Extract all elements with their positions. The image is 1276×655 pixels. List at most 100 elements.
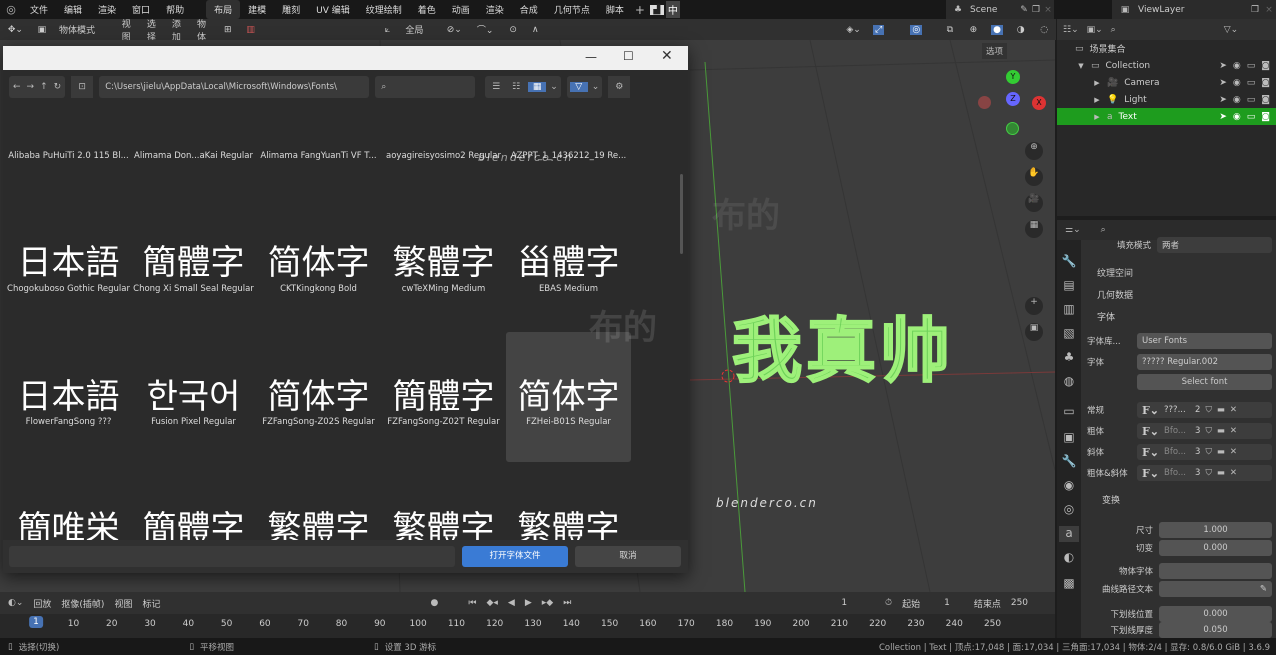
perspective-icon[interactable]: ▦ — [1025, 220, 1043, 238]
menu-keying[interactable]: 抠像(插帧) — [61, 597, 104, 610]
underline-position-field[interactable]: 0.000 — [1159, 606, 1272, 622]
expand-arrow-icon[interactable]: ▶ — [1093, 113, 1101, 121]
editor-type-icon[interactable]: ✥⌄ — [6, 25, 25, 35]
expand-arrow-icon[interactable]: ▶ — [1093, 96, 1101, 104]
output-tab-icon[interactable]: ▥ — [1061, 302, 1077, 318]
menu-select[interactable]: 选择 — [147, 17, 160, 43]
display-mode-icon[interactable]: ▣⌄ — [1087, 25, 1103, 35]
end-frame-field[interactable]: 250 — [1011, 598, 1028, 608]
unlink-icon[interactable]: ✕ — [1230, 405, 1237, 415]
select-font-button[interactable]: Select font — [1137, 374, 1272, 390]
font-thumbnail[interactable]: 簡體字 Chong Xi Small Seal Regular — [131, 198, 256, 328]
select-icon[interactable]: ➤ — [1219, 61, 1227, 71]
font-thumbnail[interactable]: 日本語 FlowerFangSong ??? — [6, 332, 131, 462]
font-browse-icon[interactable]: F⌄ — [1142, 404, 1159, 417]
render-tab-icon[interactable]: ▤ — [1061, 278, 1077, 294]
font-browse-icon[interactable]: F⌄ — [1142, 425, 1159, 438]
text-data-tab-icon[interactable]: a — [1059, 526, 1079, 542]
font-thumbnail[interactable]: 简体字 FZFangSong-Z02S Regular — [256, 332, 381, 462]
gizmo-neg-x[interactable] — [978, 96, 991, 109]
gizmo-x[interactable]: X — [1032, 96, 1046, 110]
font-style-selector[interactable]: F⌄ Bfo... 3 ⛉ ▬ ✕ — [1137, 423, 1272, 439]
font-panel[interactable]: 字体 — [1097, 307, 1276, 325]
proportional-icon[interactable]: ⊙ — [508, 25, 518, 35]
eye-icon[interactable]: ◉ — [1233, 61, 1241, 71]
font-thumbnail[interactable]: 簡體字 FZFangSong-Z02T Regular — [381, 332, 506, 462]
geometry-panel[interactable]: 几何数据 — [1097, 285, 1276, 303]
workspace-tab[interactable]: 雕刻 — [274, 0, 308, 19]
viewport-icon[interactable]: ▭ — [1247, 61, 1256, 71]
search-input[interactable]: ⌕ — [375, 76, 476, 98]
font-thumbnail[interactable]: Alimama Don...aKai Regular — [131, 104, 256, 194]
menu-view[interactable]: 视图 — [122, 17, 135, 43]
blender-logo-icon[interactable]: ◎ — [0, 3, 22, 16]
object-tab-icon[interactable]: ▣ — [1061, 430, 1077, 446]
workspace-tab[interactable]: 纹理绘制 — [358, 0, 410, 19]
parent-dir-icon[interactable]: ↑ — [40, 82, 48, 92]
outliner-filter-icon[interactable]: ▽⌄ — [1224, 25, 1238, 35]
workspace-tab[interactable]: 渲染 — [478, 0, 512, 19]
minimize-icon[interactable]: — — [585, 50, 597, 64]
font-thumbnail[interactable]: 繁體字 cwTeXMing Medium — [381, 198, 506, 328]
eye-icon[interactable]: ◉ — [1233, 78, 1241, 88]
gizmo-z[interactable]: Z — [1006, 92, 1020, 106]
eyedropper-icon[interactable]: ✎ — [1260, 584, 1267, 594]
settings-gear-icon[interactable]: ⚙ — [608, 76, 631, 98]
scene-collection-row[interactable]: ▭ 场景集合 — [1057, 40, 1276, 57]
current-frame-field[interactable]: 1 — [841, 598, 847, 608]
font-dropdown[interactable]: ????? Regular.002 — [1137, 354, 1272, 370]
open-folder-icon[interactable]: ▬ — [1217, 447, 1225, 457]
new-scene-icon[interactable]: ❐ — [1030, 5, 1042, 15]
gizmo-y[interactable]: Y — [1006, 70, 1020, 84]
font-thumbnail[interactable]: Alimama FangYuanTi VF T... — [256, 104, 381, 194]
workspace-tab[interactable]: 合成 — [512, 0, 546, 19]
menu-file[interactable]: 文件 — [22, 3, 56, 16]
unlink-icon[interactable]: ✕ — [1230, 468, 1237, 478]
properties-editor-icon[interactable]: ⚌⌄ — [1065, 225, 1081, 235]
render-camera-icon[interactable]: ◙ — [1261, 112, 1270, 122]
jump-end-icon[interactable]: ⏭ — [563, 598, 571, 608]
world-tab-icon[interactable]: ◍ — [1061, 374, 1077, 390]
render-camera-icon[interactable]: ◙ — [1261, 61, 1270, 71]
snap-icon[interactable]: ⌒⌄ — [474, 23, 496, 36]
underline-thickness-field[interactable]: 0.050 — [1159, 622, 1272, 638]
xray-icon[interactable]: ⧉ — [944, 25, 956, 35]
font-thumbnail[interactable]: 简体字 FZHei-B01S Regular — [506, 332, 631, 462]
texture-tab-icon[interactable]: ▩ — [1061, 576, 1077, 592]
font-thumbnail[interactable]: 繁體字 — [381, 464, 506, 540]
transform-panel[interactable]: 变换 — [1102, 490, 1276, 508]
workspace-tab[interactable]: 动画 — [444, 0, 478, 19]
font-thumbnail[interactable]: Alibaba PuHuiTi 2.0 115 Bl... — [6, 104, 131, 194]
outliner-row[interactable]: ▼ ▭ Collection ➤ ◉ ▭ ◙ — [1057, 57, 1276, 74]
pivot-icon[interactable]: ⊘⌄ — [446, 25, 462, 35]
font-thumbnail[interactable]: 繁體字 — [256, 464, 381, 540]
pin-icon[interactable]: ✎ — [1018, 5, 1030, 15]
expand-arrow-icon[interactable]: ▼ — [1077, 62, 1085, 70]
modifier-tab-icon[interactable]: 🔧 — [1061, 454, 1077, 470]
particles-tab-icon[interactable]: ◉ — [1061, 478, 1077, 494]
cancel-button[interactable]: 取消 — [575, 546, 681, 567]
font-library-dropdown[interactable]: User Fonts — [1137, 333, 1272, 349]
overlay-toggle-icon[interactable]: ◎ — [910, 24, 923, 35]
render-camera-icon[interactable]: ◙ — [1261, 95, 1270, 105]
collection-tab-icon[interactable]: ▭ — [1061, 404, 1077, 420]
menu-add[interactable]: 添加 — [172, 17, 185, 43]
stopwatch-icon[interactable]: ⏱ — [885, 598, 892, 608]
material-tab-icon[interactable]: ◐ — [1061, 550, 1077, 566]
scene-tab-icon[interactable]: ♣ — [1061, 350, 1077, 366]
font-browse-icon[interactable]: F⌄ — [1142, 467, 1159, 480]
fake-user-shield-icon[interactable]: ⛉ — [1205, 405, 1211, 415]
workspace-tab[interactable]: 脚本 — [598, 0, 632, 19]
menu-render[interactable]: 渲染 — [90, 3, 124, 16]
select-icon[interactable]: ➤ — [1219, 112, 1227, 122]
list-horizontal-icon[interactable]: ☷ — [508, 82, 524, 92]
wireframe-shading-icon[interactable]: ⊕ — [968, 25, 980, 35]
jump-start-icon[interactable]: ⏮ — [468, 598, 476, 608]
grid-icon[interactable]: ⊞ — [222, 25, 234, 35]
timeline[interactable]: ◐⌄ 回放 抠像(插帧) 视图 标记 ● ⏮ ◆◂ ◀ ▶ ▸◆ ⏭ 1 ⏱ 起… — [0, 592, 1055, 638]
falloff-icon[interactable]: ∧ — [530, 25, 540, 35]
options-dropdown[interactable]: 选项 — [982, 43, 1008, 59]
font-thumbnail[interactable]: 簡唯栄 — [6, 464, 131, 540]
select-icon[interactable]: ➤ — [1219, 95, 1227, 105]
scrollbar[interactable] — [680, 174, 683, 254]
